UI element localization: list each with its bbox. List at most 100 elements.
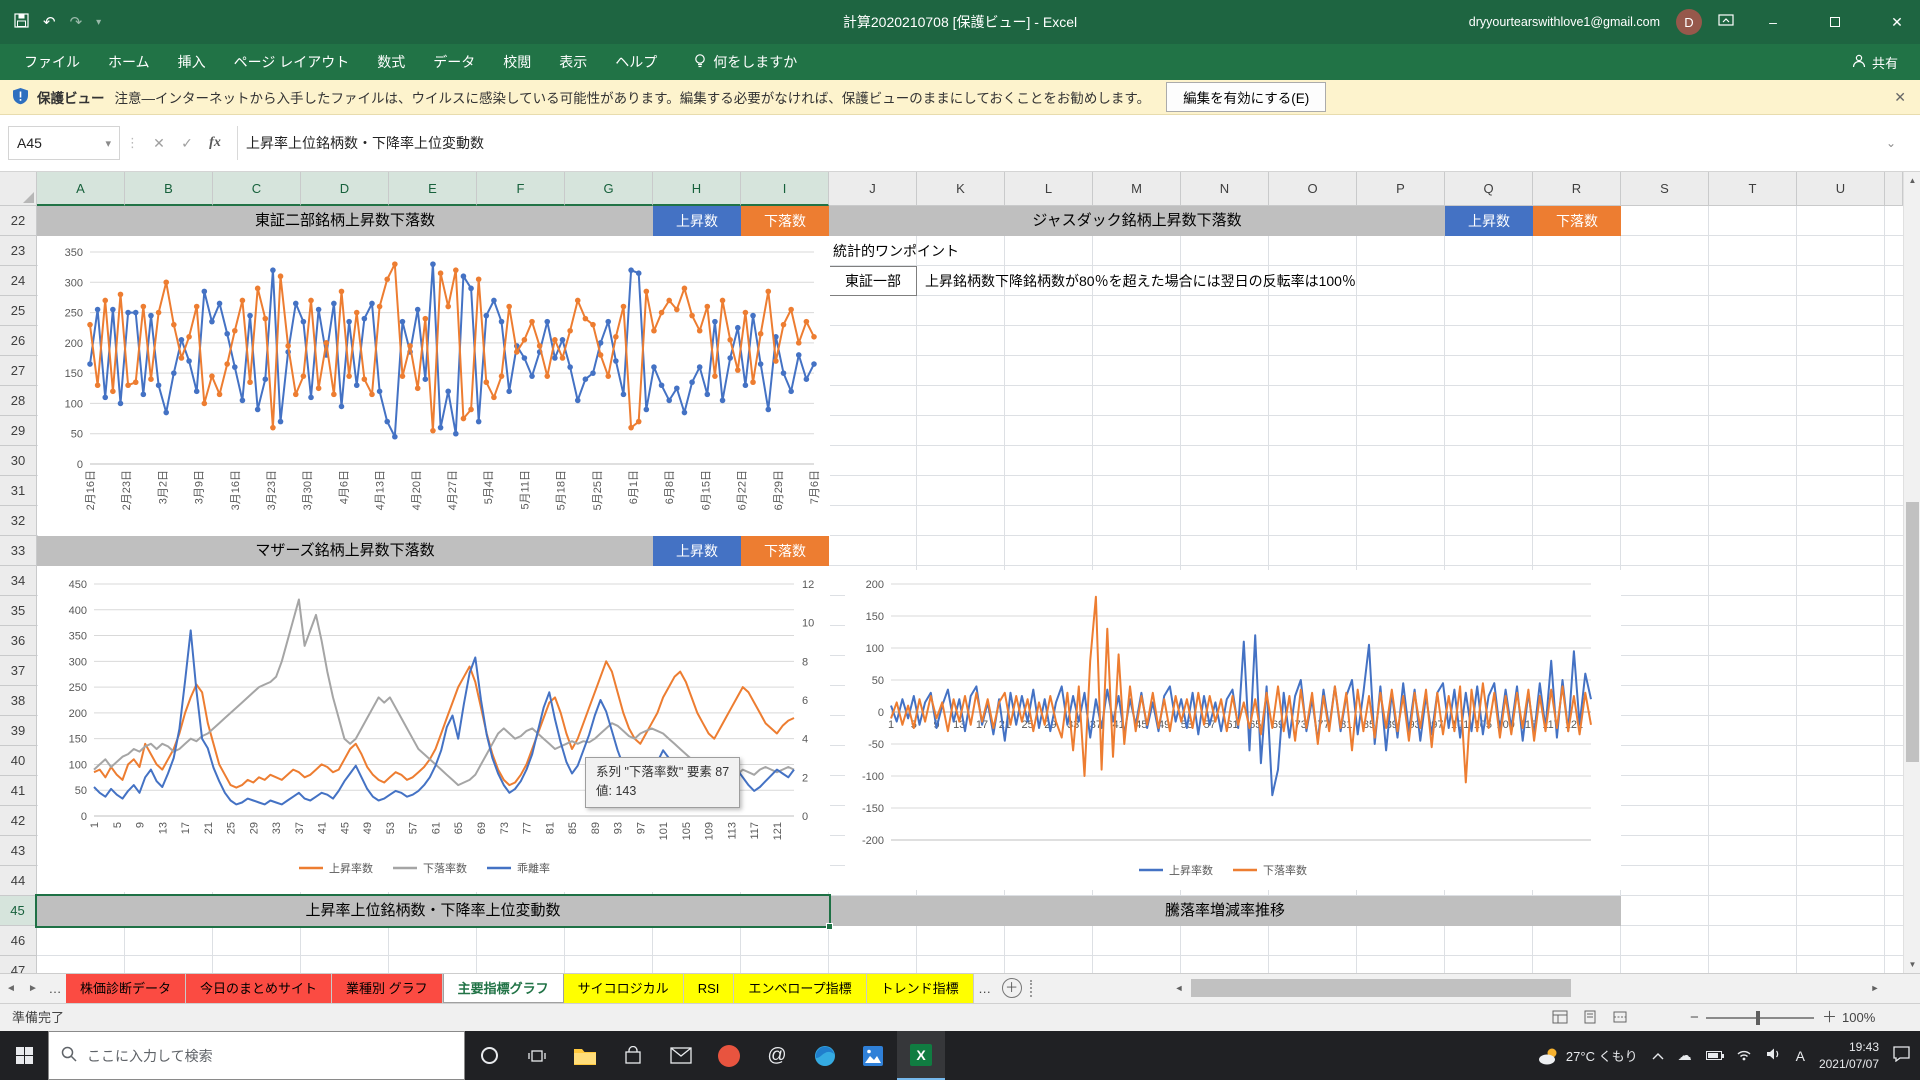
chip-up-tosho2[interactable]: 上昇数 bbox=[653, 206, 741, 236]
insert-function-icon[interactable]: fx bbox=[201, 135, 229, 151]
ribbon-tab-insert[interactable]: 挿入 bbox=[164, 44, 220, 80]
sheet-tab-industry-graph[interactable]: 業種別 グラフ bbox=[332, 974, 443, 1003]
sheet-tab-stock-diagnosis[interactable]: 株価診断データ bbox=[66, 974, 186, 1003]
band-touraku-title[interactable]: 騰落率増減率推移 bbox=[829, 896, 1621, 926]
hscroll-right-icon[interactable]: ► bbox=[1865, 974, 1885, 1002]
ime-indicator[interactable]: A bbox=[1796, 1048, 1805, 1064]
browser-app-button[interactable] bbox=[705, 1031, 753, 1080]
page-layout-view-icon[interactable] bbox=[1580, 1008, 1600, 1026]
page-break-view-icon[interactable] bbox=[1610, 1008, 1630, 1026]
chart-tosho2[interactable]: 0501001502002503003502月16日2月23日3月2日3月9日3… bbox=[38, 236, 830, 536]
horizontal-scrollbar[interactable]: ◄ ► bbox=[1169, 974, 1885, 1002]
column-header-K[interactable]: K bbox=[917, 172, 1005, 206]
column-header-O[interactable]: O bbox=[1269, 172, 1357, 206]
ribbon-tab-home[interactable]: ホーム bbox=[94, 44, 164, 80]
column-header-J[interactable]: J bbox=[829, 172, 917, 206]
scroll-up-icon[interactable]: ▲ bbox=[1904, 172, 1920, 189]
note-label-cell[interactable]: 東証一部 bbox=[829, 266, 917, 296]
task-view-button[interactable] bbox=[513, 1031, 561, 1080]
row-header-32[interactable]: 32 bbox=[0, 506, 37, 536]
row-header-22[interactable]: 22 bbox=[0, 206, 37, 236]
column-header-M[interactable]: M bbox=[1093, 172, 1181, 206]
row-header-35[interactable]: 35 bbox=[0, 596, 37, 626]
column-header-N[interactable]: N bbox=[1181, 172, 1269, 206]
hidden-icons-chevron[interactable] bbox=[1652, 1048, 1664, 1063]
select-all-corner[interactable] bbox=[0, 172, 37, 206]
scroll-down-icon[interactable]: ▼ bbox=[1904, 956, 1920, 973]
column-header-T[interactable]: T bbox=[1709, 172, 1797, 206]
row-header-42[interactable]: 42 bbox=[0, 806, 37, 836]
row-header-38[interactable]: 38 bbox=[0, 686, 37, 716]
row-header-37[interactable]: 37 bbox=[0, 656, 37, 686]
chip-down-mothers[interactable]: 下落数 bbox=[741, 536, 829, 566]
row-header-44[interactable]: 44 bbox=[0, 866, 37, 896]
sheet-tab-trend[interactable]: トレンド指標 bbox=[867, 974, 974, 1003]
column-header-L[interactable]: L bbox=[1005, 172, 1093, 206]
redo-icon[interactable]: ↷ bbox=[70, 13, 83, 31]
share-button[interactable]: 共有 bbox=[1852, 53, 1920, 72]
row-header-33[interactable]: 33 bbox=[0, 536, 37, 566]
account-email[interactable]: dryyourtearswithlove1@gmail.com bbox=[1469, 15, 1660, 29]
row-header-43[interactable]: 43 bbox=[0, 836, 37, 866]
ribbon-tab-review[interactable]: 校閲 bbox=[489, 44, 545, 80]
mail-button[interactable] bbox=[657, 1031, 705, 1080]
onedrive-cloud-icon[interactable]: ☁ bbox=[1678, 1047, 1692, 1064]
band-jasdaq-title[interactable]: ジャスダック銘柄上昇数下落数 bbox=[829, 206, 1445, 236]
zoom-out-button[interactable]: − bbox=[1690, 1004, 1699, 1031]
ribbon-tab-file[interactable]: ファイル bbox=[10, 44, 94, 80]
taskbar-search-input[interactable]: ここに入力して検索 bbox=[48, 1031, 465, 1080]
column-header-E[interactable]: E bbox=[389, 172, 477, 206]
row-header-45[interactable]: 45 bbox=[0, 896, 37, 926]
account-avatar[interactable]: D bbox=[1676, 9, 1702, 35]
enter-icon[interactable]: ✓ bbox=[173, 135, 201, 152]
sheet-tab-psychological[interactable]: サイコロジカル bbox=[564, 974, 684, 1003]
formula-bar-expand-icon[interactable]: ⌄ bbox=[1886, 136, 1920, 150]
band-mothers-title[interactable]: マザーズ銘柄上昇数下落数 bbox=[37, 536, 653, 566]
excel-taskbar-button[interactable]: X bbox=[897, 1031, 945, 1080]
battery-icon[interactable] bbox=[1706, 1051, 1722, 1060]
note-title-cell[interactable]: 統計的ワンポイント bbox=[833, 236, 959, 266]
more-sheets-left[interactable]: … bbox=[44, 974, 66, 1003]
ribbon-tab-view[interactable]: 表示 bbox=[545, 44, 601, 80]
band-tosho2-title[interactable]: 東証二部銘柄上昇数下落数 bbox=[37, 206, 653, 236]
new-sheet-button[interactable]: ＋ bbox=[1002, 978, 1022, 998]
column-header-U[interactable]: U bbox=[1797, 172, 1885, 206]
chip-up-mothers[interactable]: 上昇数 bbox=[653, 536, 741, 566]
column-header-F[interactable]: F bbox=[477, 172, 565, 206]
zoom-slider[interactable] bbox=[1706, 1017, 1814, 1019]
chip-down-tosho2[interactable]: 下落数 bbox=[741, 206, 829, 236]
formula-input[interactable]: 上昇率上位銘柄数・下降率上位変動数 bbox=[246, 133, 1886, 153]
tab-splitter[interactable] bbox=[1030, 980, 1038, 997]
microsoft-store-button[interactable] bbox=[609, 1031, 657, 1080]
zoom-level-label[interactable]: 100% bbox=[1842, 1004, 1875, 1031]
column-header-I[interactable]: I bbox=[741, 172, 829, 206]
restore-button[interactable] bbox=[1812, 0, 1858, 44]
sheet-tab-main-indicators[interactable]: 主要指標グラフ bbox=[443, 974, 564, 1003]
column-header-H[interactable]: H bbox=[653, 172, 741, 206]
vertical-scrollbar[interactable]: ▲ ▼ bbox=[1903, 172, 1920, 973]
ribbon-tab-page-layout[interactable]: ページ レイアウト bbox=[220, 44, 364, 80]
ribbon-tab-data[interactable]: データ bbox=[419, 44, 489, 80]
close-button[interactable]: ✕ bbox=[1874, 0, 1920, 44]
row-header-40[interactable]: 40 bbox=[0, 746, 37, 776]
taskbar-clock[interactable]: 19:43 2021/07/07 bbox=[1819, 1039, 1879, 1073]
sheet-tab-rsi[interactable]: RSI bbox=[684, 974, 735, 1003]
sheet-tab-envelope[interactable]: エンベロープ指標 bbox=[734, 974, 866, 1003]
file-explorer-button[interactable] bbox=[561, 1031, 609, 1080]
sheet-nav-left-icon[interactable]: ◄ bbox=[0, 974, 22, 1003]
row-header-41[interactable]: 41 bbox=[0, 776, 37, 806]
row-header-34[interactable]: 34 bbox=[0, 566, 37, 596]
zoom-in-button[interactable]: ＋ bbox=[1822, 1004, 1837, 1031]
action-center-icon[interactable] bbox=[1893, 1046, 1910, 1065]
network-icon[interactable] bbox=[1736, 1048, 1752, 1064]
row-header-46[interactable]: 46 bbox=[0, 926, 37, 956]
sheet-nav-right-icon[interactable]: ► bbox=[22, 974, 44, 1003]
weather-icon[interactable]: 27°C くもり bbox=[1538, 1046, 1638, 1065]
column-header-A[interactable]: A bbox=[37, 172, 125, 206]
chart-touraku[interactable]: -200-150-100-500501001502001591317212529… bbox=[845, 570, 1621, 890]
chip-up-jasdaq[interactable]: 上昇数 bbox=[1445, 206, 1533, 236]
enable-editing-button[interactable]: 編集を有効にする(E) bbox=[1166, 82, 1326, 112]
row-header-39[interactable]: 39 bbox=[0, 716, 37, 746]
row-header-27[interactable]: 27 bbox=[0, 356, 37, 386]
start-button[interactable] bbox=[0, 1031, 48, 1080]
